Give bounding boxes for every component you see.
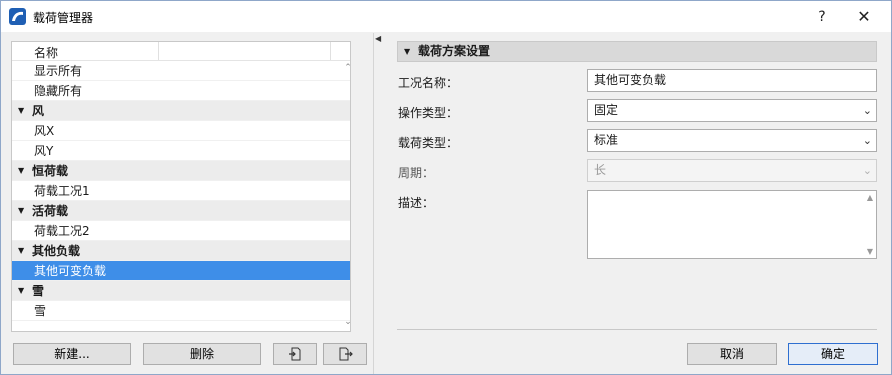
group-row-snow[interactable]: ▼ 雪: [12, 281, 350, 301]
group-label: 其他负载: [32, 244, 81, 258]
load-type-select[interactable]: 标准 ⌄: [587, 129, 877, 152]
list-item-label: 显示所有: [34, 64, 83, 78]
chevron-down-icon: ⌄: [862, 134, 872, 147]
column-separator: [158, 42, 159, 60]
expand-arrow-icon[interactable]: ▼: [18, 241, 24, 261]
case-name-label: 工况名称：: [398, 76, 459, 90]
section-title: 载荷方案设置: [418, 44, 491, 58]
help-button[interactable]: ?: [807, 4, 837, 30]
expand-arrow-icon[interactable]: ▼: [404, 42, 410, 61]
expand-arrow-icon[interactable]: ▼: [18, 201, 24, 221]
case-name-input[interactable]: 其他可变负载: [587, 69, 877, 92]
group-label: 恒荷载: [32, 164, 69, 178]
operation-type-label: 操作类型：: [398, 106, 459, 120]
group-label: 活荷载: [32, 204, 69, 218]
close-button[interactable]: ✕: [847, 4, 881, 30]
scroll-down-icon[interactable]: ▼: [867, 247, 873, 256]
collapse-left-icon[interactable]: ◀: [375, 34, 381, 43]
group-row-live-load[interactable]: ▼ 活荷载: [12, 201, 350, 221]
chevron-down-icon: ⌄: [862, 164, 872, 177]
expand-arrow-icon[interactable]: ▼: [18, 161, 24, 181]
app-icon: [9, 8, 26, 25]
tree-header: 名称: [12, 42, 350, 61]
load-manager-dialog: 载荷管理器 ? ✕ 名称 显示所有 隐藏所有 ▼ 风 风X 风Y ▼ 恒荷载 荷…: [0, 0, 892, 375]
import-button[interactable]: [273, 343, 317, 365]
chevron-down-icon: ⌄: [862, 104, 872, 117]
list-item[interactable]: 风X: [12, 121, 350, 141]
operation-type-select[interactable]: 固定 ⌄: [587, 99, 877, 122]
column-separator: [330, 42, 331, 60]
expand-arrow-icon[interactable]: ▼: [18, 281, 24, 301]
window-title: 载荷管理器: [33, 11, 94, 25]
load-type-label: 载荷类型：: [398, 136, 459, 150]
ok-button[interactable]: 确定: [788, 343, 878, 365]
list-item-label: 荷载工况1: [34, 184, 90, 198]
description-label: 描述：: [398, 196, 435, 210]
period-select: 长 ⌄: [587, 159, 877, 182]
name-column-header[interactable]: 名称: [34, 44, 58, 61]
list-item-hide-all[interactable]: 隐藏所有: [12, 81, 350, 101]
group-row-dead-load[interactable]: ▼ 恒荷载: [12, 161, 350, 181]
list-item-label: 雪: [34, 304, 47, 318]
scroll-up-icon[interactable]: ▲: [867, 193, 873, 202]
list-item[interactable]: 雪: [12, 301, 350, 321]
pane-splitter[interactable]: [373, 33, 374, 374]
list-item-label: 其他可变负载: [34, 264, 107, 278]
list-item-show-all[interactable]: 显示所有: [12, 61, 350, 81]
list-item-label: 风Y: [34, 144, 54, 158]
export-icon: [339, 347, 353, 361]
group-row-other-load[interactable]: ▼ 其他负载: [12, 241, 350, 261]
list-item-label: 隐藏所有: [34, 84, 83, 98]
group-label: 雪: [32, 284, 45, 298]
list-item[interactable]: 荷载工况2: [12, 221, 350, 241]
cancel-button[interactable]: 取消: [687, 343, 777, 365]
scroll-down-icon[interactable]: ⌄: [341, 317, 355, 327]
description-textarea[interactable]: ▲ ▼: [587, 190, 877, 259]
list-item[interactable]: 风Y: [12, 141, 350, 161]
new-button[interactable]: 新建...: [13, 343, 131, 365]
load-case-tree[interactable]: 名称 显示所有 隐藏所有 ▼ 风 风X 风Y ▼ 恒荷载 荷载工况1 ▼ 活荷载…: [11, 41, 351, 332]
divider: [397, 329, 877, 330]
list-item-selected[interactable]: 其他可变负载: [12, 261, 350, 281]
group-label: 风: [32, 104, 45, 118]
group-row-wind[interactable]: ▼ 风: [12, 101, 350, 121]
export-button[interactable]: [323, 343, 367, 365]
load-type-value: 标准: [594, 133, 619, 147]
import-icon: [289, 347, 301, 361]
title-bar: 载荷管理器 ? ✕: [1, 1, 891, 32]
delete-button[interactable]: 删除: [143, 343, 261, 365]
period-label: 周期：: [398, 166, 435, 180]
period-value: 长: [594, 163, 607, 177]
scroll-up-icon[interactable]: ⌃: [341, 63, 355, 73]
list-item[interactable]: 荷载工况1: [12, 181, 350, 201]
list-item-label: 风X: [34, 124, 55, 138]
tree-rows: 显示所有 隐藏所有 ▼ 风 风X 风Y ▼ 恒荷载 荷载工况1 ▼ 活荷载 荷载…: [12, 61, 350, 321]
operation-type-value: 固定: [594, 103, 619, 117]
expand-arrow-icon[interactable]: ▼: [18, 101, 24, 121]
section-header[interactable]: ▼ 载荷方案设置: [397, 41, 877, 62]
list-item-label: 荷载工况2: [34, 224, 90, 238]
